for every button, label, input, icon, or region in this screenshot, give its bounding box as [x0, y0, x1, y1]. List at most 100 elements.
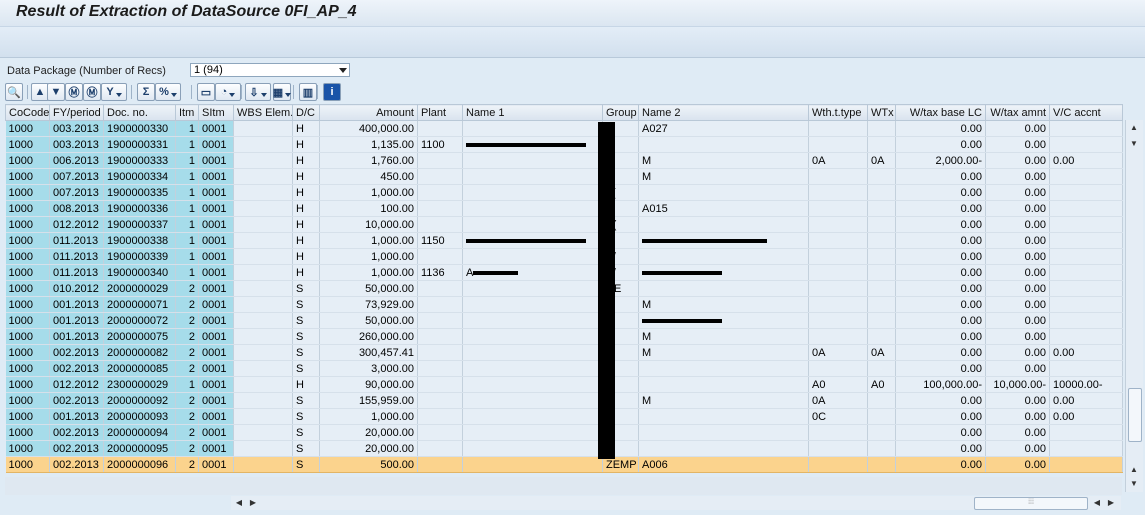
- vertical-scroll-thumb[interactable]: [1128, 388, 1142, 442]
- table-cell: 1900000334: [103, 168, 176, 185]
- column-header[interactable]: Doc. no.: [103, 104, 176, 121]
- column-header[interactable]: V/C accnt: [1049, 104, 1123, 121]
- column-header[interactable]: D/C: [292, 104, 320, 121]
- total-button[interactable]: Σ: [137, 83, 155, 101]
- scroll-up-bottom-icon[interactable]: ▲: [1128, 464, 1140, 476]
- horizontal-scrollbar[interactable]: ◀ ▶ ⁞⁞⁞ ◀ ▶: [231, 496, 1121, 510]
- table-cell: 2: [175, 328, 199, 345]
- table-cell: H: [292, 184, 320, 201]
- table-row[interactable]: 1000002.2013200000008520001S3,000.00ZI0.…: [5, 360, 1123, 377]
- cell-text: 73,929.00: [365, 298, 414, 311]
- layout-button[interactable]: ▦: [273, 83, 292, 101]
- table-cell: 1: [175, 232, 199, 249]
- choose-layout-button[interactable]: ▥: [299, 83, 317, 101]
- table-row[interactable]: 1000 003.2013 1900000331 1 0001 H 1,135.00 1100…: [5, 136, 1123, 153]
- table-cell: [417, 152, 463, 169]
- table-cell: [1049, 216, 1123, 233]
- table-cell: [233, 456, 293, 473]
- table-cell: 1,000.00: [319, 184, 418, 201]
- cell-text: 0001: [202, 346, 227, 359]
- column-header[interactable]: Plant: [417, 104, 463, 121]
- table-cell: [233, 376, 293, 393]
- cell-text: 0.00: [960, 346, 982, 359]
- horizontal-scroll-thumb[interactable]: ⁞⁞⁞: [974, 497, 1088, 510]
- scroll-down-icon[interactable]: ▼: [1128, 138, 1140, 150]
- table-cell: 0001: [198, 424, 234, 441]
- column-header[interactable]: SItm: [198, 104, 234, 121]
- table-row[interactable]: 1000002.2013200000008220001S300,457.41ZI…: [5, 344, 1123, 361]
- table-cell: [808, 440, 868, 457]
- find-icon: Ⓜ: [68, 87, 80, 99]
- cell-text: 1,000.00: [371, 410, 414, 423]
- print-button[interactable]: ▭: [197, 83, 215, 101]
- column-header[interactable]: Itm: [175, 104, 199, 121]
- cell-text: A0: [812, 378, 826, 391]
- table-cell: M: [638, 328, 809, 345]
- export-button[interactable]: ⇩: [245, 83, 271, 101]
- column-header[interactable]: W/tax amnt: [985, 104, 1050, 121]
- subtotal-button[interactable]: %: [155, 83, 181, 101]
- cell-text: 011.2013: [53, 234, 99, 247]
- column-header[interactable]: FY/period: [49, 104, 104, 121]
- scroll-up-icon[interactable]: ▲: [1128, 122, 1140, 134]
- cell-text: A006: [642, 458, 668, 471]
- find-button[interactable]: Ⓜ: [65, 83, 83, 101]
- table-cell: [462, 120, 603, 137]
- table-row[interactable]: 1000 011.2013 1900000338 1 0001 H 1,000.00 1150…: [5, 232, 1123, 249]
- table-cell: 10,000.00-: [985, 376, 1050, 393]
- find-next-button[interactable]: Ⓜ: [83, 83, 101, 101]
- scroll-left-end-icon[interactable]: ◀: [1091, 497, 1103, 509]
- table-row[interactable]: 1000001.2013200000007220001S50,000.00ZI0…: [5, 312, 1123, 329]
- table-row[interactable]: 1000008.2013190000033610001H100.00ZIA015…: [5, 200, 1123, 217]
- scroll-down-bottom-icon[interactable]: ▼: [1128, 478, 1140, 490]
- column-header[interactable]: W/tax base LC: [895, 104, 986, 121]
- data-package-dropdown[interactable]: 1 (94): [190, 63, 350, 77]
- cell-text: 0.00: [960, 266, 982, 279]
- table-row[interactable]: 1000002.2013200000009520001S20,000.00ZI0…: [5, 440, 1123, 457]
- table-row[interactable]: 1000002.2013200000009220001S155,959.00ZI…: [5, 392, 1123, 409]
- filter-button[interactable]: Y: [101, 83, 127, 101]
- views-button[interactable]: ◔: [215, 83, 241, 101]
- table-cell: 260,000.00: [319, 328, 418, 345]
- details-button[interactable]: 🔍: [5, 83, 23, 101]
- table-row[interactable]: 1000007.2013190000033510001H1,000.000(0.…: [5, 184, 1123, 201]
- table-cell: 0A: [808, 152, 868, 169]
- column-header[interactable]: WBS Elem.: [233, 104, 293, 121]
- column-header[interactable]: Group: [602, 104, 639, 121]
- column-header[interactable]: CoCode: [5, 104, 50, 121]
- table-cell: [417, 120, 463, 137]
- cell-text: 1: [188, 218, 195, 231]
- table-row[interactable]: 1000001.2013200000007120001S73,929.00ZIM…: [5, 296, 1123, 313]
- table-row[interactable]: 1000012.2012230000002910001H90,000.00ZA0…: [5, 376, 1123, 393]
- table-row[interactable]: 1000011.2013190000033910001H1,000.00Z/0.…: [5, 248, 1123, 265]
- cell-text: A: [466, 266, 474, 279]
- cell-text: S: [296, 394, 304, 407]
- cell-text: 400,000.00: [358, 122, 414, 135]
- vertical-scrollbar[interactable]: ▲ ▼ ▲ ▼: [1125, 120, 1143, 492]
- table-row[interactable]: 1000007.2013190000033410001H450.00ZIM0.0…: [5, 168, 1123, 185]
- table-row[interactable]: 1000002.2013200000009420001S20,000.00ZI0…: [5, 424, 1123, 441]
- table-row[interactable]: 1000001.2013200000007520001S260,000.00ZI…: [5, 328, 1123, 345]
- column-header[interactable]: Name 2: [638, 104, 809, 121]
- table-row[interactable]: 1000010.2012200000002920001S50,000.00RE0…: [5, 280, 1123, 297]
- table-row[interactable]: 1000001.2013200000009320001S1,000.00ZI0C…: [5, 408, 1123, 425]
- scroll-right-end-icon[interactable]: ▶: [1105, 497, 1117, 509]
- column-header[interactable]: Name 1: [462, 104, 603, 121]
- scroll-left-icon[interactable]: ◀: [233, 497, 245, 509]
- info-button[interactable]: i: [323, 83, 341, 101]
- chevron-down-icon[interactable]: [339, 68, 347, 73]
- cell-text: 0001: [202, 378, 227, 391]
- scroll-right-icon[interactable]: ▶: [247, 497, 259, 509]
- table-row[interactable]: 1000006.2013190000033310001H1,760.00ZIM0…: [5, 152, 1123, 169]
- table-row[interactable]: 1000012.2012190000033710001H10,000.00Z(0…: [5, 216, 1123, 233]
- cell-text: 011.2013: [53, 266, 99, 279]
- cell-text: 1100: [421, 138, 445, 151]
- column-header[interactable]: Wth.t.type: [808, 104, 868, 121]
- column-header[interactable]: Amount: [319, 104, 418, 121]
- table-row-selected[interactable]: 1000 002.2013 2000000096 2 0001 S 500.00 ZEMP A0…: [5, 456, 1123, 473]
- column-header[interactable]: WTx: [867, 104, 896, 121]
- cell-text: 0.00: [1024, 154, 1046, 167]
- sort-descending-button[interactable]: ▼: [47, 83, 65, 101]
- table-row[interactable]: 1000 011.2013 1900000340 1 0001 H 1,000.00 1136…: [5, 264, 1123, 281]
- table-row[interactable]: 1000003.2013190000033010001H400,000.00ZI…: [5, 120, 1123, 137]
